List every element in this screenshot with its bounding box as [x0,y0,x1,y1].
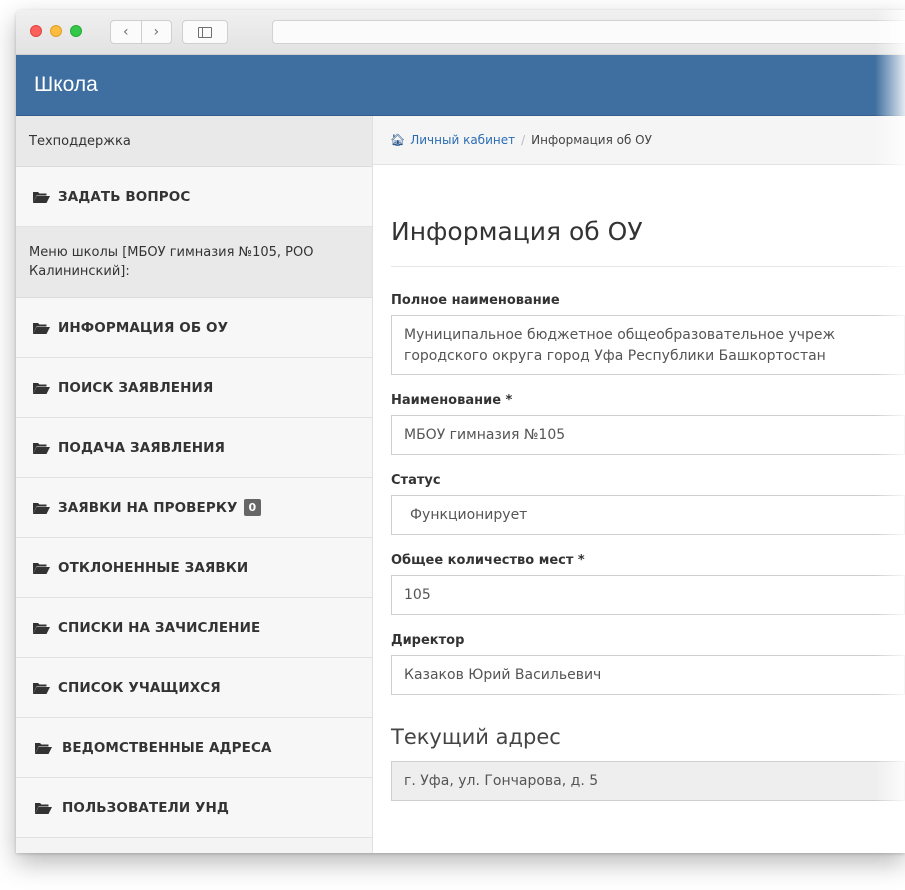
sidebar-toggle-button[interactable] [182,20,228,44]
folder-open-icon [33,502,50,514]
folder-open-icon [35,802,52,814]
sidebar-item-label: ИНФОРМАЦИЯ ОБ ОУ [58,319,229,336]
sidebar: Техподдержка ЗАДАТЬ ВОПРОС Меню школы [М… [16,116,373,853]
breadcrumb-separator: / [521,133,526,147]
sidebar-item-school-info[interactable]: ИНФОРМАЦИЯ ОБ ОУ [16,298,372,358]
main-content: 🏠︎ Личный кабинет / Информация об ОУ Инф… [373,116,905,853]
sidebar-item-label: ВЕДОМСТВЕННЫЕ АДРЕСА [62,739,272,756]
sidebar-item-label: ЗАДАТЬ ВОПРОС [58,188,191,205]
current-address-field[interactable]: г. Уфа, ул. Гончарова, д. 5 [391,761,905,801]
count-badge: 0 [243,499,262,516]
sidebar-item-und-users[interactable]: ПОЛЬЗОВАТЕЛИ УНД [16,778,372,838]
sidebar-item-requests-for-review[interactable]: ЗАЯВКИ НА ПРОВЕРКУ 0 [16,478,372,538]
back-arrow-icon[interactable]: ‹ [111,21,141,43]
sidebar-item-label: ПОЛЬЗОВАТЕЛИ УНД [62,799,230,816]
folder-open-icon [33,682,50,694]
breadcrumb-current: Информация об ОУ [531,133,652,147]
sidebar-header-support: Техподдержка [16,116,372,167]
history-nav: ‹ › [110,20,172,44]
folder-open-icon [33,382,50,394]
browser-titlebar: ‹ › [16,10,905,55]
sidebar-item-submit-application[interactable]: ПОДАЧА ЗАЯВЛЕНИЯ [16,418,372,478]
sidebar-item-label: СПИСКИ НА ЗАЧИСЛЕНИЕ [58,619,261,636]
sidebar-header-school-menu: Меню школы [МБОУ гимназия №105, РОО Кали… [16,227,372,298]
page-title: Информация об ОУ [391,217,905,267]
name-field[interactable]: МБОУ гимназия №105 [391,415,905,455]
app-brand[interactable]: Школа [34,73,98,97]
full-name-field[interactable]: Муниципальное бюджетное общеобразователь… [391,315,905,375]
sidebar-item-label: ЗАЯВКИ НА ПРОВЕРКУ [58,499,238,516]
director-field[interactable]: Казаков Юрий Васильевич [391,655,905,695]
director-label: Директор [391,633,465,648]
folder-open-icon [35,742,52,754]
sidebar-item-label: ПОИСК ЗАЯВЛЕНИЯ [58,379,214,396]
sidebar-item-ask-question[interactable]: ЗАДАТЬ ВОПРОС [16,167,372,227]
sidebar-item-rejected-requests[interactable]: ОТКЛОНЕННЫЕ ЗАЯВКИ [16,538,372,598]
folder-open-icon [33,442,50,454]
sidebar-item-label: ПОДАЧА ЗАЯВЛЕНИЯ [58,439,226,456]
sidebar-item-student-list[interactable]: СПИСОК УЧАЩИХСЯ [16,658,372,718]
status-select[interactable]: Функционирует [391,495,905,535]
sidebar-item-label: ОТКЛОНЕННЫЕ ЗАЯВКИ [58,559,249,576]
full-name-label: Полное наименование [391,293,560,308]
minimize-window-button[interactable] [50,25,62,37]
zoom-window-button[interactable] [70,25,82,37]
forward-arrow-icon[interactable]: › [140,21,172,43]
browser-window: ‹ › Школа Техподдержка ЗАДАТЬ ВОПРОС Мен… [16,10,905,853]
sidebar-item-enrollment-lists[interactable]: СПИСКИ НА ЗАЧИСЛЕНИЕ [16,598,372,658]
seats-field[interactable]: 105 [391,575,905,615]
address-bar[interactable] [272,20,905,44]
sidebar-icon [198,26,212,38]
close-window-button[interactable] [30,25,42,37]
breadcrumb-link-cabinet[interactable]: Личный кабинет [410,133,515,147]
sidebar-item-search-application[interactable]: ПОИСК ЗАЯВЛЕНИЯ [16,358,372,418]
home-icon: 🏠︎ [390,133,406,147]
name-label: Наименование * [391,393,513,408]
folder-open-icon [33,562,50,574]
folder-open-icon [33,622,50,634]
folder-open-icon [33,191,50,203]
status-label: Статус [391,473,441,488]
status-value: Функционирует [410,507,528,523]
app-header: Школа [16,55,905,117]
current-address-title: Текущий адрес [391,725,561,749]
seats-label: Общее количество мест * [391,553,585,568]
sidebar-item-label: СПИСОК УЧАЩИХСЯ [58,679,221,696]
folder-open-icon [33,322,50,334]
breadcrumb: 🏠︎ Личный кабинет / Информация об ОУ [373,116,905,165]
sidebar-item-departmental-addresses[interactable]: ВЕДОМСТВЕННЫЕ АДРЕСА [16,718,372,778]
